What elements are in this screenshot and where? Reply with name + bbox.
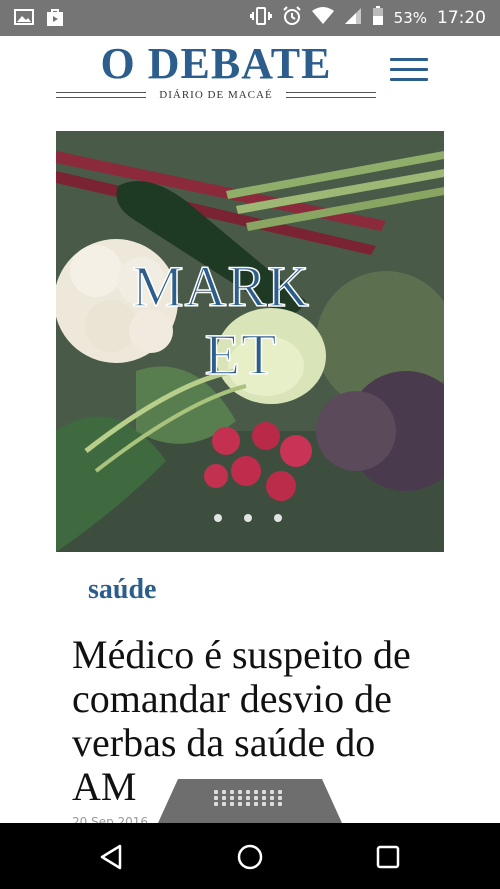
site-logo[interactable]: O DEBATE DIÁRIO DE MACAÉ (56, 39, 376, 101)
hero-title-line1: MARK (131, 254, 311, 319)
navigation-bar (0, 823, 500, 889)
recents-icon[interactable] (368, 837, 408, 877)
slider-dots (214, 514, 282, 522)
hero-title-line2: ET (204, 322, 278, 387)
wifi-icon (311, 7, 334, 29)
logo-subtitle: DIÁRIO DE MACAÉ (159, 89, 273, 101)
slider-dot[interactable] (244, 514, 252, 522)
slider-dot[interactable] (274, 514, 282, 522)
vibrate-icon (249, 7, 272, 29)
back-icon[interactable] (92, 837, 132, 877)
home-icon[interactable] (230, 837, 270, 877)
logo-title: O DEBATE (100, 39, 332, 88)
app-drawer-handle[interactable] (158, 779, 342, 823)
slider-dot[interactable] (214, 514, 222, 522)
clock: 17:20 (437, 8, 486, 28)
image-icon (14, 8, 34, 32)
hero-slider[interactable]: MARK ET (56, 131, 444, 552)
article-category[interactable]: saúde (88, 574, 156, 606)
grid-icon (214, 790, 284, 806)
battery-percent: 53% (393, 9, 427, 27)
hamburger-menu-icon[interactable] (390, 56, 428, 84)
battery-icon (372, 6, 384, 30)
app-header: O DEBATE DIÁRIO DE MACAÉ (0, 36, 500, 106)
alarm-icon (282, 6, 302, 30)
status-bar: 53% 17:20 (0, 0, 500, 36)
signal-icon (344, 7, 362, 29)
bag-icon (46, 8, 64, 32)
